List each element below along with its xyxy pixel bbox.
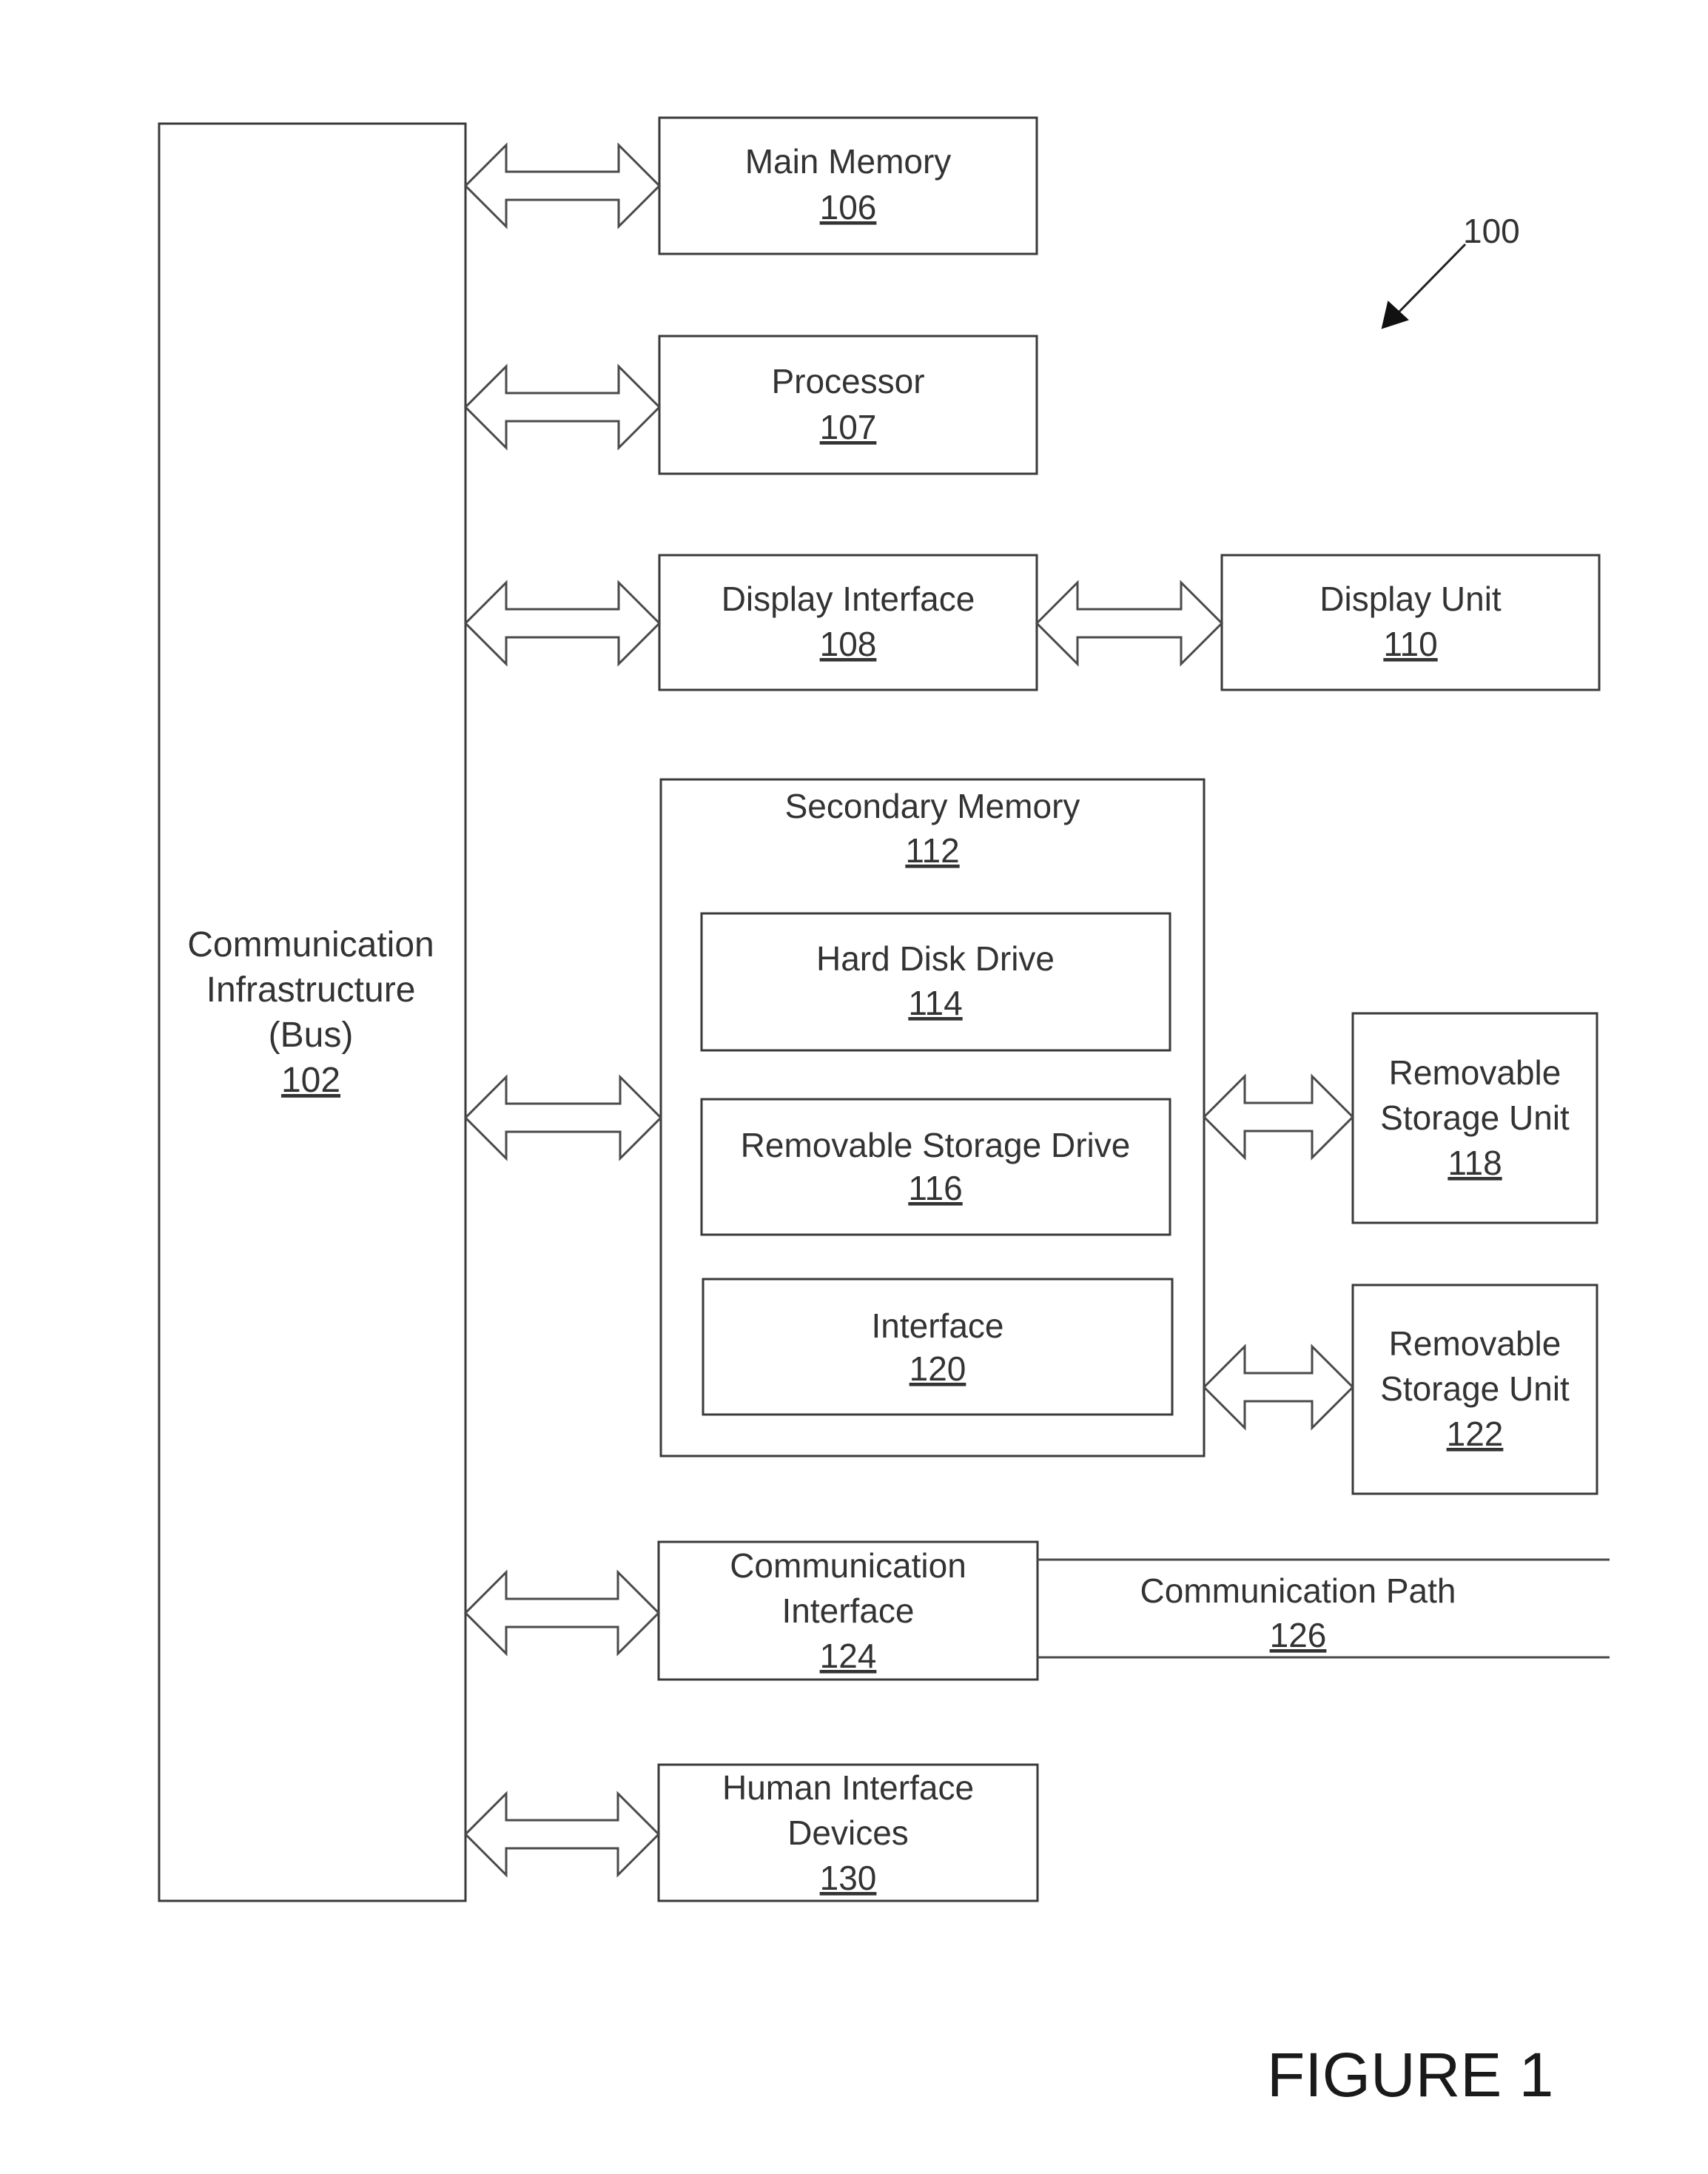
arrow-secondary-memory-rsu-122	[1202, 1343, 1355, 1431]
main-memory-label-line: Main Memory	[745, 142, 952, 181]
arrow-bus-processor	[463, 363, 662, 451]
human-interface-devices-label-line: Human Interface	[722, 1768, 974, 1807]
display-unit-box	[1220, 554, 1601, 691]
arrow-display-interface-display-unit	[1035, 580, 1224, 667]
removable-storage-drive-label-number: 116	[908, 1169, 962, 1207]
communication-interface-label-number: 124	[820, 1637, 877, 1675]
removable-storage-unit-122-label-number: 122	[1447, 1415, 1504, 1453]
removable-storage-unit-118-label-line: Removable	[1389, 1053, 1561, 1092]
secondary-memory-label-number: 112	[905, 831, 959, 870]
block-diagram: 100 Communication Infrastructure (Bus) 102 M…	[158, 116, 1610, 2110]
display-interface-box	[658, 554, 1038, 691]
hard-disk-drive-label-line: Hard Disk Drive	[816, 939, 1055, 978]
arrow-secondary-memory-rsu-118	[1202, 1073, 1355, 1161]
arrow-bus-main-memory	[463, 142, 662, 229]
removable-storage-unit-122-label-line: Storage Unit	[1380, 1369, 1570, 1408]
interface-label-line: Interface	[872, 1306, 1004, 1345]
processor-label-line: Processor	[771, 362, 924, 400]
human-interface-devices-label-number: 130	[820, 1859, 877, 1897]
removable-storage-unit-118-label-line: Storage Unit	[1380, 1098, 1570, 1137]
display-unit-label-line: Display Unit	[1319, 580, 1502, 618]
hard-disk-drive-label-number: 114	[908, 984, 962, 1022]
human-interface-devices-label-line: Devices	[787, 1814, 909, 1852]
display-unit-label-number: 110	[1383, 625, 1437, 663]
communication-interface-label-line: Communication	[730, 1546, 966, 1585]
bus-label-line: (Bus)	[269, 1016, 354, 1055]
main-memory-box	[658, 116, 1038, 255]
bus-label-line: Infrastructure	[206, 970, 416, 1010]
main-memory-label-number: 106	[820, 188, 877, 227]
arrow-bus-human-interface-devices	[463, 1791, 661, 1878]
display-interface-label-number: 108	[820, 625, 877, 663]
communication-interface-label-line: Interface	[782, 1591, 915, 1630]
reference-number-label: 100	[1463, 212, 1520, 250]
interface-box	[702, 1278, 1174, 1416]
communication-path-label: Communication Path 126	[1140, 1571, 1456, 1654]
arrow-bus-communication-interface	[463, 1569, 661, 1657]
communication-path-label-number: 126	[1270, 1616, 1327, 1654]
reference-arrow-line	[1393, 243, 1467, 318]
hard-disk-drive-box	[700, 912, 1171, 1052]
removable-storage-drive-label-line: Removable Storage Drive	[741, 1126, 1131, 1164]
removable-storage-unit-118-label-number: 118	[1448, 1144, 1502, 1182]
removable-storage-unit-122-label-line: Removable	[1389, 1324, 1561, 1363]
processor-label-number: 107	[820, 408, 877, 446]
bus-box	[158, 122, 467, 1902]
bus-label-number: 102	[281, 1061, 340, 1100]
figure-caption: FIGURE 1	[1267, 2040, 1553, 2110]
display-interface-label-line: Display Interface	[722, 580, 975, 618]
arrow-bus-display-interface	[463, 580, 662, 667]
processor-box	[658, 335, 1038, 475]
removable-storage-drive-box	[700, 1098, 1171, 1236]
communication-path-label-line: Communication Path	[1140, 1571, 1456, 1610]
arrow-bus-secondary-memory	[463, 1074, 663, 1161]
interface-label-number: 120	[910, 1349, 966, 1388]
secondary-memory-label-line: Secondary Memory	[785, 787, 1080, 825]
bus-label-line: Communication	[187, 925, 434, 964]
